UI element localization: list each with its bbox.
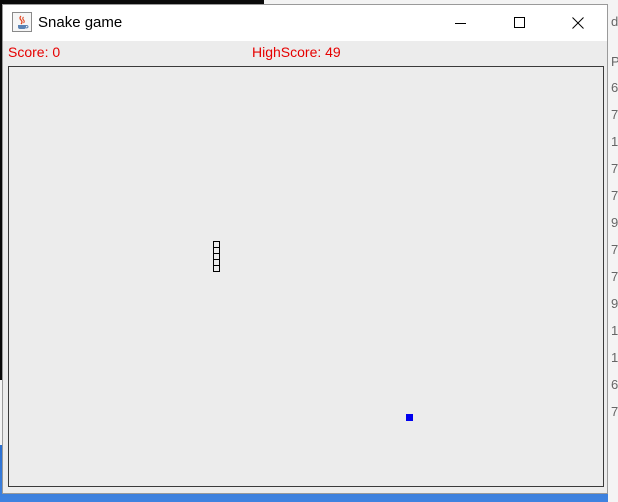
- background-text-fragment: 7: [611, 242, 618, 257]
- background-text-fragment: 7: [611, 107, 618, 122]
- background-text-fragment: 7: [611, 161, 618, 176]
- background-text-fragment: d: [611, 14, 618, 29]
- maximize-icon: [514, 17, 525, 28]
- background-text-fragment: 6: [611, 80, 618, 95]
- background-text-fragment: P: [611, 54, 618, 69]
- background-text-fragment: 1: [611, 323, 618, 338]
- food-pellet: [406, 414, 413, 421]
- java-coffee-cup-icon[interactable]: [12, 12, 32, 32]
- background-text-fragment: 1: [611, 350, 618, 365]
- score-label: Score: 0: [8, 44, 61, 60]
- close-button[interactable]: [549, 5, 607, 41]
- snake-game-window: Snake game Score: 0 HighScore: 49: [2, 4, 608, 494]
- background-text-fragment: 7: [611, 269, 618, 284]
- snake-segment: [213, 265, 220, 272]
- window-title: Snake game: [38, 14, 123, 31]
- background-text-fragment: 9: [611, 215, 618, 230]
- minimize-icon: [455, 23, 466, 24]
- game-panel[interactable]: Score: 0 HighScore: 49: [3, 41, 607, 493]
- highscore-label: HighScore: 49: [252, 44, 341, 60]
- background-text-fragment: 9: [611, 296, 618, 311]
- snake: [213, 241, 220, 272]
- background-text-fragment: 7: [611, 188, 618, 203]
- title-bar[interactable]: Snake game: [3, 5, 607, 41]
- background-text-fragment: 1: [611, 134, 618, 149]
- game-board[interactable]: [8, 66, 604, 487]
- background-right-panel: dP6717797791167: [608, 0, 618, 502]
- background-text-fragment: 7: [611, 404, 618, 419]
- close-icon: [572, 17, 584, 29]
- minimize-button[interactable]: [432, 5, 490, 41]
- background-text-fragment: 6: [611, 377, 618, 392]
- maximize-button[interactable]: [491, 5, 549, 41]
